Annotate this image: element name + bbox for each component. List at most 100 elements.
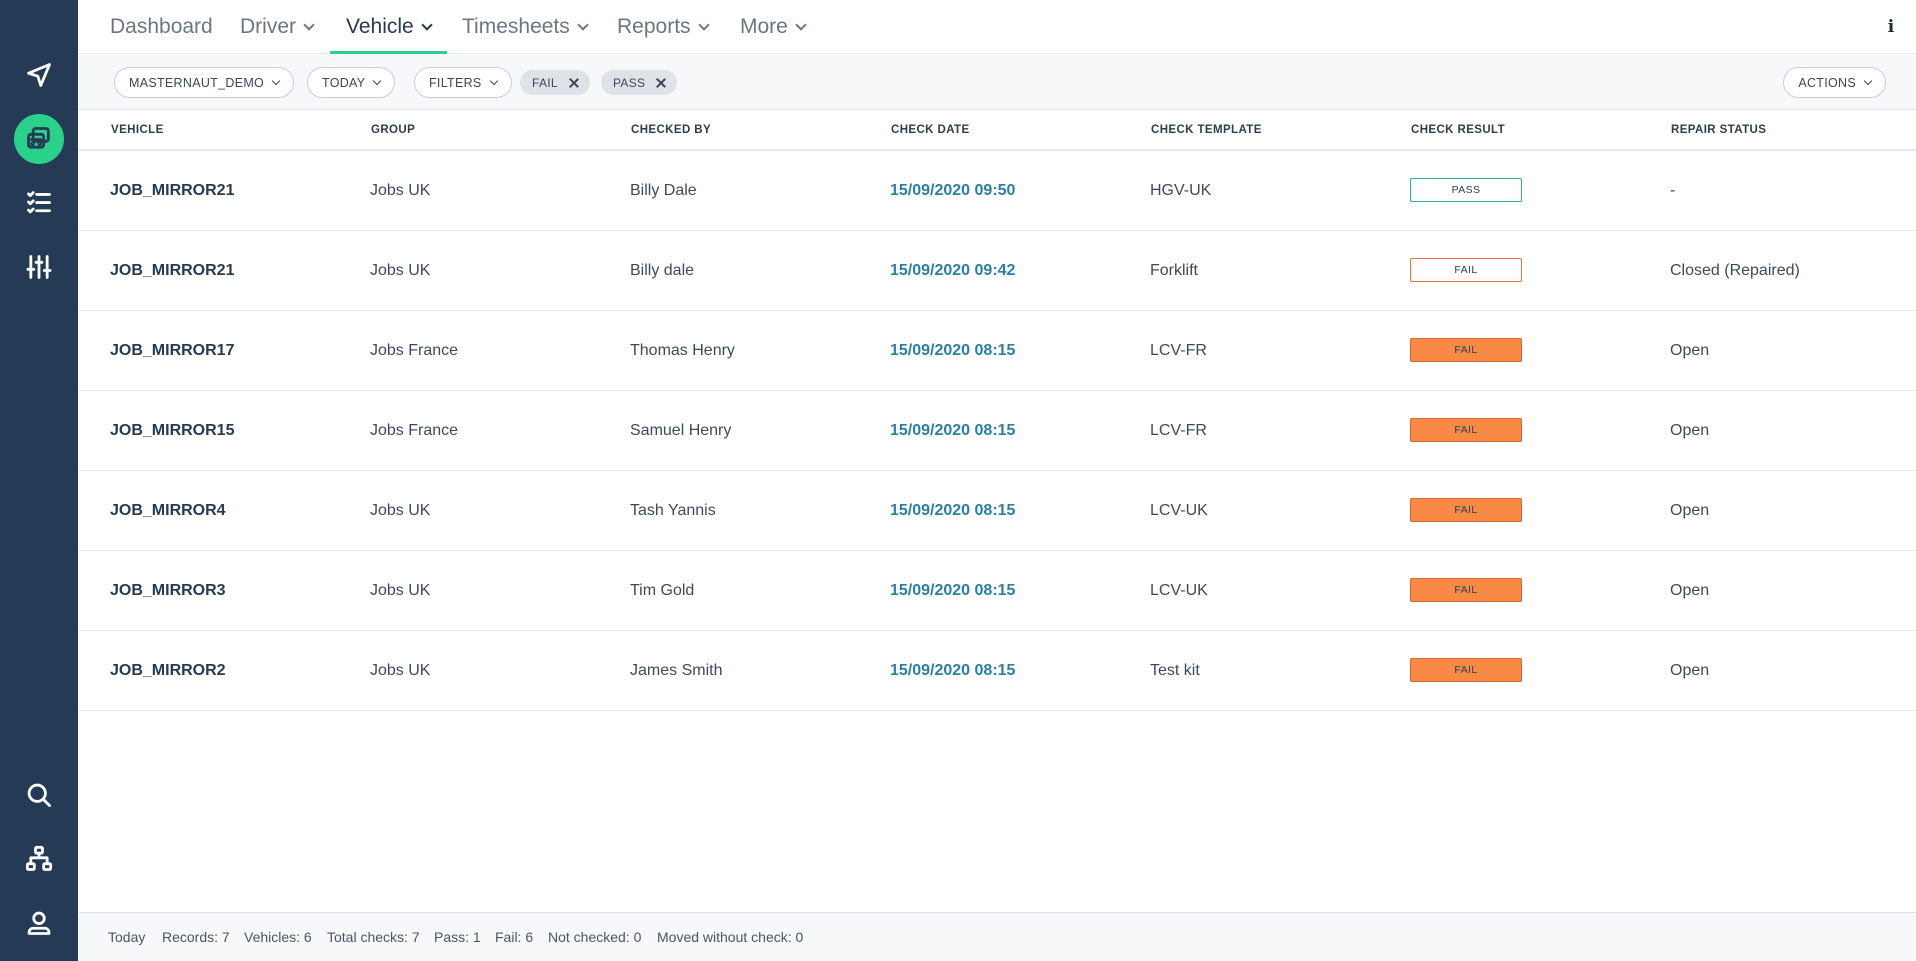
group-cell: Jobs UK [370, 182, 431, 199]
column-header-group[interactable]: GROUP [371, 111, 415, 149]
chevron-down-icon [373, 76, 382, 85]
summary-total-checks: Total checks: 7 [327, 929, 420, 945]
repair-status-cell: Open [1670, 342, 1710, 359]
column-header-checked-by[interactable]: CHECKED BY [631, 111, 711, 149]
result-badge: FAIL [1410, 658, 1522, 682]
search-icon[interactable] [14, 770, 64, 820]
close-icon[interactable] [568, 77, 580, 89]
template-cell: LCV-FR [1150, 342, 1207, 359]
chevron-down-icon [697, 18, 710, 31]
checked-by-cell: Billy Dale [630, 182, 697, 199]
nav-vehicle[interactable]: Vehicle [330, 0, 447, 54]
vehicle-cell[interactable]: JOB_MIRROR2 [110, 631, 226, 710]
vehicle-cell[interactable]: JOB_MIRROR4 [110, 471, 226, 550]
account-dropdown[interactable]: MASTERNAUT_DEMO [114, 67, 295, 98]
filter-tag-pass: PASS [601, 70, 678, 95]
vehicle-check-icon[interactable] [14, 114, 64, 164]
filter-bar: MASTERNAUT_DEMO TODAY FILTERS FAIL PASS … [78, 55, 1916, 110]
table-row[interactable]: JOB_MIRROR4 Jobs UK Tash Yannis 15/09/20… [78, 471, 1916, 551]
checked-by-cell: Samuel Henry [630, 422, 732, 439]
table-row[interactable]: JOB_MIRROR3 Jobs UK Tim Gold 15/09/2020 … [78, 551, 1916, 631]
checked-by-cell: Tim Gold [630, 582, 695, 599]
table-body: JOB_MIRROR21 Jobs UK Billy Dale 15/09/20… [78, 151, 1916, 711]
table-row[interactable]: JOB_MIRROR2 Jobs UK James Smith 15/09/20… [78, 631, 1916, 711]
nav-dashboard-label: Dashboard [110, 15, 213, 38]
template-cell: LCV-UK [1150, 582, 1208, 599]
column-header-repair-status[interactable]: REPAIR STATUS [1671, 111, 1766, 149]
hierarchy-icon[interactable] [14, 834, 64, 884]
table-row[interactable]: JOB_MIRROR21 Jobs UK Billy Dale 15/09/20… [78, 151, 1916, 231]
period-dropdown-label: TODAY [322, 75, 366, 90]
filters-dropdown[interactable]: FILTERS [414, 67, 512, 98]
filter-tag-fail: FAIL [520, 70, 590, 95]
group-cell: Jobs UK [370, 502, 431, 519]
result-badge: FAIL [1410, 578, 1522, 602]
table-row[interactable]: JOB_MIRROR15 Jobs France Samuel Henry 15… [78, 391, 1916, 471]
repair-status-cell: - [1670, 182, 1676, 199]
summary-pass: Pass: 1 [434, 929, 481, 945]
column-header-check-date[interactable]: CHECK DATE [891, 111, 970, 149]
check-date-link[interactable]: 15/09/2020 08:15 [890, 471, 1015, 550]
check-date-link[interactable]: 15/09/2020 08:15 [890, 551, 1015, 630]
actions-dropdown[interactable]: ACTIONS [1783, 67, 1886, 98]
chevron-down-icon [489, 76, 498, 85]
group-cell: Jobs France [370, 422, 459, 439]
user-icon[interactable] [14, 898, 64, 948]
check-date-link[interactable]: 15/09/2020 08:15 [890, 391, 1015, 470]
nav-vehicle-label: Vehicle [346, 15, 414, 38]
close-icon[interactable] [655, 77, 667, 89]
check-date-link[interactable]: 15/09/2020 09:50 [890, 151, 1015, 230]
template-cell: Test kit [1150, 662, 1200, 679]
check-date-link[interactable]: 15/09/2020 08:15 [890, 631, 1015, 710]
group-cell: Jobs UK [370, 262, 431, 279]
sidebar [0, 0, 78, 961]
check-date-link[interactable]: 15/09/2020 08:15 [890, 311, 1015, 390]
repair-status-cell: Open [1670, 662, 1710, 679]
nav-dashboard[interactable]: Dashboard [110, 0, 213, 54]
repair-status-cell: Open [1670, 422, 1710, 439]
nav-driver[interactable]: Driver [240, 0, 315, 54]
account-dropdown-label: MASTERNAUT_DEMO [129, 75, 265, 90]
checked-by-cell: Tash Yannis [630, 502, 716, 519]
group-cell: Jobs France [370, 342, 459, 359]
summary-moved-without-check: Moved without check: 0 [657, 929, 804, 945]
nav-more[interactable]: More [740, 0, 807, 54]
result-badge: PASS [1410, 178, 1522, 202]
repair-status-cell: Open [1670, 502, 1710, 519]
filters-dropdown-label: FILTERS [429, 75, 482, 90]
column-header-check-result[interactable]: CHECK RESULT [1411, 111, 1505, 149]
table-row[interactable]: JOB_MIRROR21 Jobs UK Billy dale 15/09/20… [78, 231, 1916, 311]
info-icon[interactable]: i [1884, 17, 1898, 37]
checklist-icon[interactable] [14, 177, 64, 227]
column-header-check-template[interactable]: CHECK TEMPLATE [1151, 111, 1262, 149]
summary-period: Today [108, 929, 146, 945]
period-dropdown[interactable]: TODAY [307, 67, 396, 98]
checked-by-cell: Thomas Henry [630, 342, 735, 359]
nav-reports[interactable]: Reports [617, 0, 710, 54]
repair-status-cell: Closed (Repaired) [1670, 262, 1800, 279]
column-header-vehicle[interactable]: VEHICLE [111, 111, 164, 149]
table-row[interactable]: JOB_MIRROR17 Jobs France Thomas Henry 15… [78, 311, 1916, 391]
summary-not-checked: Not checked: 0 [548, 929, 642, 945]
sliders-icon[interactable] [14, 242, 64, 292]
template-cell: Forklift [1150, 262, 1198, 279]
vehicle-cell[interactable]: JOB_MIRROR15 [110, 391, 234, 470]
vehicle-cell[interactable]: JOB_MIRROR21 [110, 151, 234, 230]
checked-by-cell: James Smith [630, 662, 723, 679]
nav-timesheets[interactable]: Timesheets [462, 0, 589, 54]
navigate-icon[interactable] [14, 50, 64, 100]
chevron-down-icon [421, 18, 433, 31]
top-navigation: Dashboard Driver Vehicle Timesheets Repo… [78, 0, 1916, 54]
vehicle-cell[interactable]: JOB_MIRROR17 [110, 311, 234, 390]
nav-reports-label: Reports [617, 15, 691, 38]
check-date-link[interactable]: 15/09/2020 09:42 [890, 231, 1015, 310]
result-badge: FAIL [1410, 258, 1522, 282]
table-header: VEHICLE GROUP CHECKED BY CHECK DATE CHEC… [78, 111, 1916, 151]
chevron-down-icon [795, 18, 807, 31]
chevron-down-icon [577, 18, 589, 31]
nav-driver-label: Driver [240, 15, 296, 38]
chevron-down-icon [1863, 76, 1873, 85]
vehicle-cell[interactable]: JOB_MIRROR21 [110, 231, 234, 310]
group-cell: Jobs UK [370, 662, 431, 679]
vehicle-cell[interactable]: JOB_MIRROR3 [110, 551, 226, 630]
